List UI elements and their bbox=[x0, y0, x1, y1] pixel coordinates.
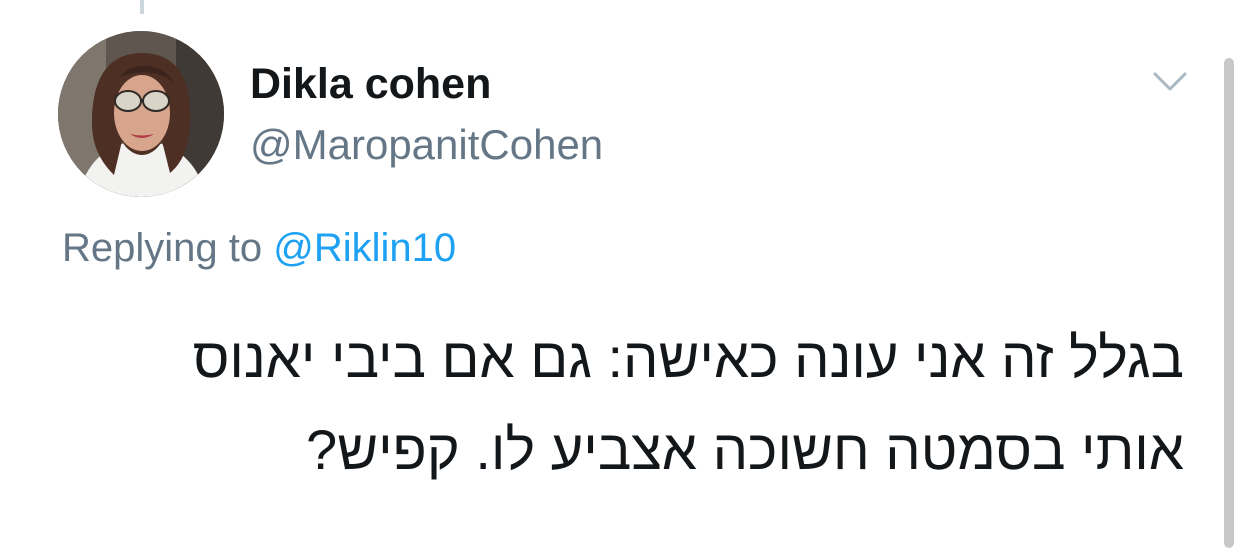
chevron-down-icon[interactable] bbox=[1150, 66, 1190, 96]
display-name[interactable]: Dikla cohen bbox=[250, 60, 491, 109]
tweet-body: בגלל זה אני עונה כאישה: גם אם ביבי יאנוס… bbox=[64, 312, 1184, 496]
vertical-scrollbar[interactable] bbox=[1224, 58, 1234, 548]
replying-to-label: Replying to bbox=[62, 226, 263, 270]
user-handle[interactable]: @MaropanitCohen bbox=[250, 121, 603, 169]
tweet-text-line: בגלל זה אני עונה כאישה: גם אם ביבי יאנוס bbox=[192, 326, 1184, 389]
avatar-photo bbox=[58, 31, 224, 197]
tweet-text-line: אותי בסמטה חשוכה אצביע לו. קפיש? bbox=[306, 418, 1184, 481]
replying-to-line: Replying to @Riklin10 bbox=[62, 226, 456, 271]
avatar[interactable] bbox=[58, 31, 224, 197]
tweet-card: Dikla cohen @MaropanitCohen Replying to … bbox=[0, 0, 1242, 548]
thread-connector-line bbox=[140, 0, 144, 14]
reply-mention-link[interactable]: @Riklin10 bbox=[273, 226, 456, 270]
